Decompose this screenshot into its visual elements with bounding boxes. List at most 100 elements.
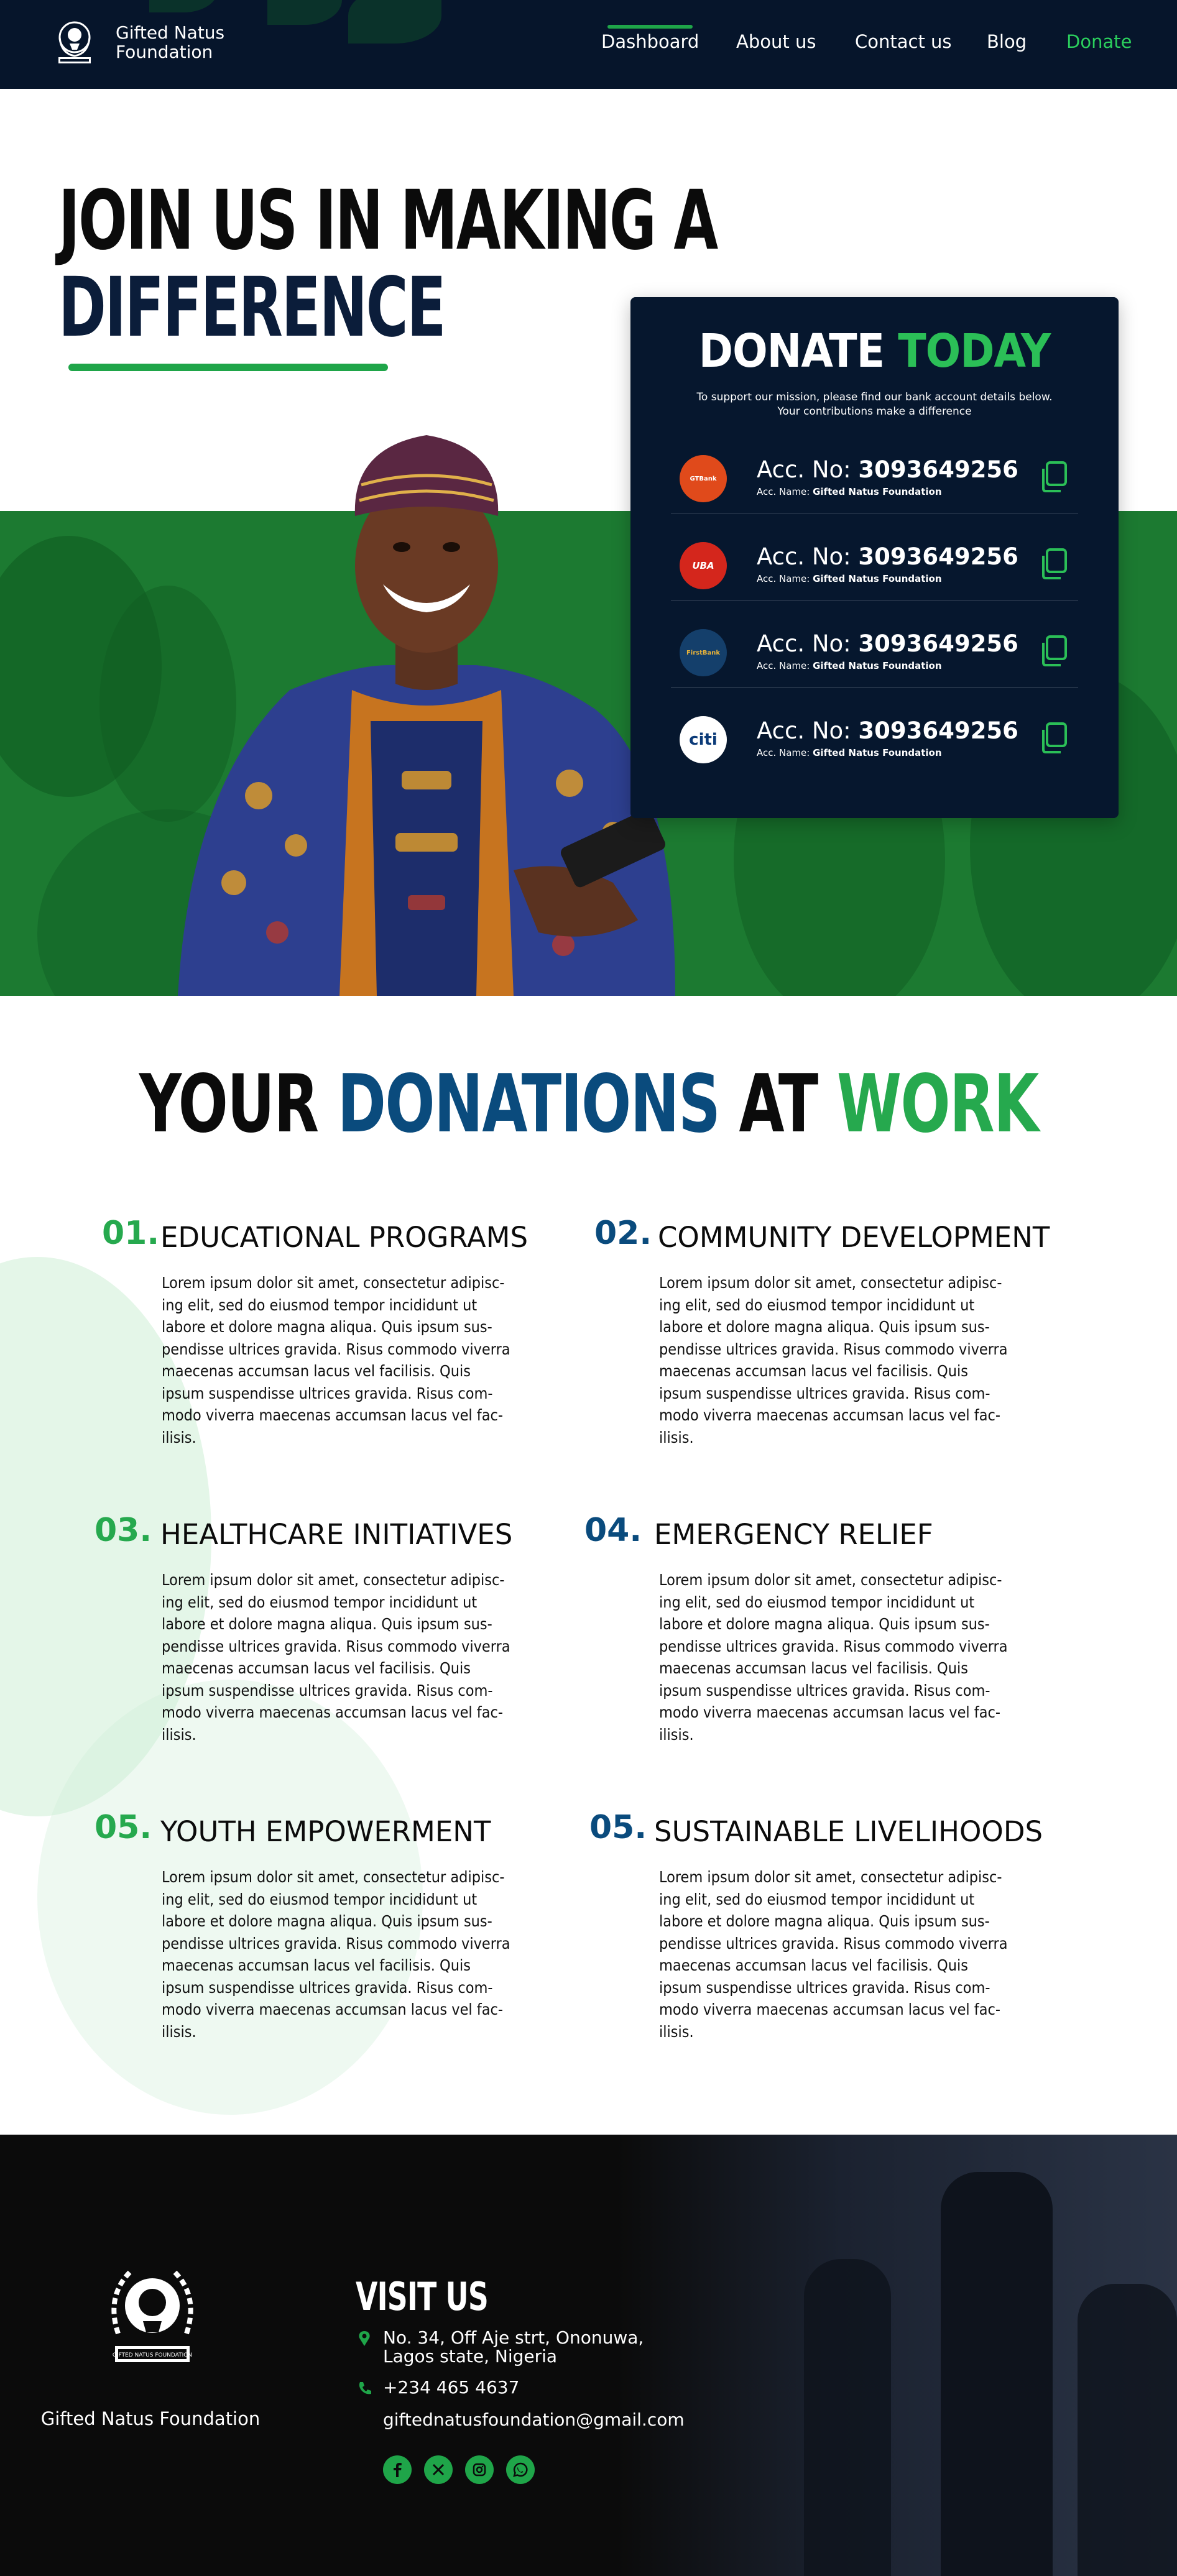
bank-logo-text: GTBank xyxy=(690,475,717,482)
nav-link-blog[interactable]: Blog xyxy=(987,31,1027,52)
acc-number-value: 3093649256 xyxy=(858,630,1018,657)
bank-logo-text: FirstBank xyxy=(686,649,721,656)
item-heading: HEALTHCARE INITIATIVES xyxy=(160,1518,513,1551)
work-section-title: YOUR DONATIONS AT WORK xyxy=(0,1058,1177,1151)
account-number[interactable]: Acc. No: 3093649256 xyxy=(757,456,1018,483)
footer-logo-caption: GIFTED NATUS FOUNDATION xyxy=(113,2352,192,2358)
work-title-word3: AT xyxy=(739,1058,818,1151)
hero-underline xyxy=(68,364,388,371)
account-name: Acc. Name: Gifted Natus Foundation xyxy=(757,486,942,497)
item-heading: COMMUNITY DEVELOPMENT xyxy=(658,1221,1050,1254)
top-navbar: Gifted Natus Foundation Dashboard About … xyxy=(0,0,1177,89)
item-number: 03. xyxy=(95,1512,152,1549)
nav-links: Dashboard About us Contact us Blog Donat… xyxy=(0,25,1177,58)
item-heading: EDUCATIONAL PROGRAMS xyxy=(160,1221,528,1254)
nav-link-about-us[interactable]: About us xyxy=(736,31,816,52)
instagram-icon[interactable] xyxy=(465,2455,494,2484)
acc-name-label: Acc. Name: xyxy=(757,573,810,584)
account-number[interactable]: Acc. No: 3093649256 xyxy=(757,543,1018,570)
acc-name-value: Gifted Natus Foundation xyxy=(813,747,942,758)
nav-link-dashboard[interactable]: Dashboard xyxy=(601,25,699,52)
copy-icon[interactable] xyxy=(1038,460,1069,494)
donate-title-word2: TODAY xyxy=(898,324,1051,378)
work-title-word1: YOUR xyxy=(139,1058,319,1151)
phone-number: +234 465 4637 xyxy=(383,2377,520,2398)
acc-name-value: Gifted Natus Foundation xyxy=(813,660,942,671)
account-number[interactable]: Acc. No: 3093649256 xyxy=(757,717,1018,744)
acc-name-value: Gifted Natus Foundation xyxy=(813,573,942,584)
footer: GIFTED NATUS FOUNDATION Gifted Natus Fou… xyxy=(0,2135,1177,2576)
firstbank-logo-icon: FirstBank xyxy=(680,629,727,676)
donate-subtitle: To support our mission, please find our … xyxy=(668,390,1081,419)
donate-subtitle-line2: Your contributions make a difference xyxy=(777,405,972,418)
acc-label: Acc. No: xyxy=(757,717,851,744)
account-name: Acc. Name: Gifted Natus Foundation xyxy=(757,747,942,758)
item-number: 04. xyxy=(584,1512,642,1549)
gtbank-logo-icon: GTBank xyxy=(680,455,727,502)
whatsapp-icon[interactable] xyxy=(506,2455,535,2484)
item-number: 02. xyxy=(594,1215,652,1252)
copy-icon[interactable] xyxy=(1038,634,1069,668)
acc-name-label: Acc. Name: xyxy=(757,747,810,758)
donate-title-word1: DONATE xyxy=(698,324,885,378)
x-icon[interactable] xyxy=(424,2455,453,2484)
item-heading: EMERGENCY RELIEF xyxy=(654,1518,933,1551)
item-body: Lorem ipsum dolor sit amet, consectetur … xyxy=(162,1571,510,1744)
leaf-decoration xyxy=(267,0,342,25)
item-number: 05. xyxy=(589,1809,647,1846)
item-number: 05. xyxy=(95,1809,152,1846)
acc-label: Acc. No: xyxy=(757,456,851,483)
hero-title: JOIN US IN MAKING A DIFFERENCE xyxy=(58,173,718,356)
work-title-word4: WORK xyxy=(836,1058,1039,1151)
account-number[interactable]: Acc. No: 3093649256 xyxy=(757,630,1018,657)
hero-title-line1: JOIN US IN MAKING A xyxy=(58,173,718,269)
account-name: Acc. Name: Gifted Natus Foundation xyxy=(757,660,942,671)
acc-label: Acc. No: xyxy=(757,630,851,657)
email-address: giftednatusfoundation@gmail.com xyxy=(383,2409,685,2430)
acc-name-label: Acc. Name: xyxy=(757,660,810,671)
item-body: Lorem ipsum dolor sit amet, consectetur … xyxy=(162,1868,510,2041)
donations-at-work-section: YOUR DONATIONS AT WORK 01. EDUCATIONAL P… xyxy=(0,996,1177,2135)
bank-account-row: FirstBank Acc. No: 3093649256 Acc. Name:… xyxy=(671,600,1078,688)
audience-silhouette xyxy=(804,2259,891,2576)
address-line1: No. 34, Off Aje strt, Ononuwa, xyxy=(383,2327,644,2348)
bank-account-row: GTBank Acc. No: 3093649256 Acc. Name: Gi… xyxy=(671,426,1078,513)
account-name: Acc. Name: Gifted Natus Foundation xyxy=(757,573,942,584)
speaker-silhouette xyxy=(941,2172,1053,2576)
nav-link-donate[interactable]: Donate xyxy=(1066,31,1132,52)
item-body: Lorem ipsum dolor sit amet, consectetur … xyxy=(659,1274,1008,1447)
leaf-decoration xyxy=(149,0,218,12)
uba-logo-icon: UBA xyxy=(680,542,727,589)
nav-link-contact-us[interactable]: Contact us xyxy=(855,31,952,52)
address-line2: Lagos state, Nigeria xyxy=(383,2346,558,2367)
acc-name-label: Acc. Name: xyxy=(757,486,810,497)
social-links xyxy=(383,2455,535,2484)
item-body: Lorem ipsum dolor sit amet, consectetur … xyxy=(659,1868,1008,2041)
bank-account-row: citi Acc. No: 3093649256 Acc. Name: Gift… xyxy=(671,688,1078,775)
donate-subtitle-line1: To support our mission, please find our … xyxy=(696,391,1053,403)
donate-card: DONATE TODAY To support our mission, ple… xyxy=(630,297,1119,818)
donate-title: DONATE TODAY xyxy=(630,324,1119,378)
facebook-icon[interactable] xyxy=(383,2455,412,2484)
item-heading: YOUTH EMPOWERMENT xyxy=(160,1815,491,1848)
acc-number-value: 3093649256 xyxy=(858,456,1018,483)
footer-background-photo xyxy=(617,2135,1177,2576)
acc-label: Acc. No: xyxy=(757,543,851,570)
item-heading: SUSTAINABLE LIVELIHOODS xyxy=(654,1815,1043,1848)
bank-logo-text: UBA xyxy=(692,560,714,571)
hero-title-line2: DIFFERENCE xyxy=(58,260,446,356)
location-pin-icon xyxy=(359,2331,370,2346)
footer-logo-icon: GIFTED NATUS FOUNDATION xyxy=(111,2270,193,2362)
audience-silhouette xyxy=(1078,2284,1177,2576)
bank-account-row: UBA Acc. No: 3093649256 Acc. Name: Gifte… xyxy=(671,513,1078,600)
acc-name-value: Gifted Natus Foundation xyxy=(813,486,942,497)
bank-logo-text: citi xyxy=(689,730,718,749)
copy-icon[interactable] xyxy=(1038,721,1069,755)
visit-us-title: VISIT US xyxy=(356,2274,489,2319)
acc-number-value: 3093649256 xyxy=(858,543,1018,570)
item-body: Lorem ipsum dolor sit amet, consectetur … xyxy=(162,1274,510,1447)
copy-icon[interactable] xyxy=(1038,547,1069,581)
footer-brand-name: Gifted Natus Foundation xyxy=(40,2408,261,2429)
citibank-logo-icon: citi xyxy=(680,716,727,763)
item-number: 01. xyxy=(102,1215,160,1252)
